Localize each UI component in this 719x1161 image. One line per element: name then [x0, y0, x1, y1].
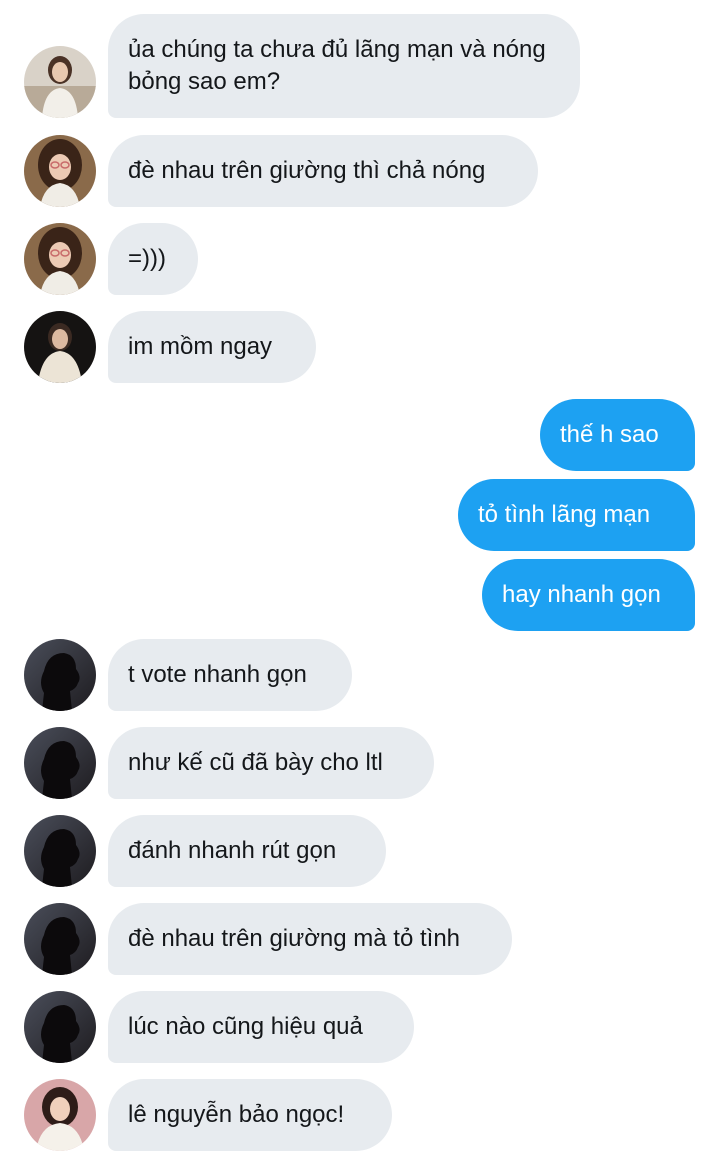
message-bubble[interactable]: im mồm ngay: [108, 311, 316, 383]
message-bubble[interactable]: ủa chúng ta chưa đủ lãng mạn và nóng bỏn…: [108, 14, 580, 118]
message-text: hay nhanh gọn: [502, 581, 661, 608]
message-bubble[interactable]: lúc nào cũng hiệu quả: [108, 991, 414, 1063]
message-row: im mồm ngay: [0, 311, 719, 383]
avatar-silhouette[interactable]: [24, 639, 96, 711]
avatar-silhouette[interactable]: [24, 815, 96, 887]
avatar-girl-dark-background[interactable]: [24, 311, 96, 383]
message-text: tỏ tình lãng mạn: [478, 501, 651, 528]
message-row: thế h sao: [0, 399, 719, 471]
message-text: t vote nhanh gọn: [128, 661, 307, 688]
message-text: =))): [128, 245, 166, 272]
avatar-girl-white-sweater[interactable]: [24, 46, 96, 118]
message-text: như kế cũ đã bày cho ltl: [128, 749, 383, 776]
avatar-girl-glasses[interactable]: [24, 223, 96, 295]
message-row: tỏ tình lãng mạn: [0, 479, 719, 551]
avatar-girl-pink-background[interactable]: [24, 1079, 96, 1151]
message-bubble[interactable]: hay nhanh gọn: [482, 559, 695, 631]
message-text: đè nhau trên giường mà tỏ tình: [128, 925, 461, 952]
message-bubble[interactable]: tỏ tình lãng mạn: [458, 479, 695, 551]
avatar-girl-glasses[interactable]: [24, 135, 96, 207]
message-text: im mồm ngay: [128, 333, 273, 360]
message-text: thế h sao: [560, 421, 659, 448]
message-row: như kế cũ đã bày cho ltl: [0, 727, 719, 799]
message-row: t vote nhanh gọn: [0, 639, 719, 711]
message-bubble[interactable]: thế h sao: [540, 399, 695, 471]
message-row: đè nhau trên giường thì chả nóng: [0, 135, 719, 207]
message-row: lê nguyễn bảo ngọc!: [0, 1079, 719, 1151]
message-row: ủa chúng ta chưa đủ lãng mạn và nóng bỏn…: [0, 14, 719, 118]
message-text: lúc nào cũng hiệu quả: [128, 1013, 363, 1040]
message-bubble[interactable]: =))): [108, 223, 198, 295]
message-row: =))): [0, 223, 719, 295]
message-bubble[interactable]: đánh nhanh rút gọn: [108, 815, 386, 887]
message-row: hay nhanh gọn: [0, 559, 719, 631]
avatar-silhouette[interactable]: [24, 991, 96, 1063]
message-bubble[interactable]: đè nhau trên giường mà tỏ tình: [108, 903, 512, 975]
message-row: đánh nhanh rút gọn: [0, 815, 719, 887]
avatar-silhouette[interactable]: [24, 903, 96, 975]
message-row: đè nhau trên giường mà tỏ tình: [0, 903, 719, 975]
message-text: đánh nhanh rút gọn: [128, 837, 337, 864]
message-bubble[interactable]: t vote nhanh gọn: [108, 639, 352, 711]
message-row: lúc nào cũng hiệu quả: [0, 991, 719, 1063]
message-bubble[interactable]: đè nhau trên giường thì chả nóng: [108, 135, 538, 207]
avatar-silhouette[interactable]: [24, 727, 96, 799]
message-text: lê nguyễn bảo ngọc!: [128, 1101, 345, 1128]
message-bubble[interactable]: lê nguyễn bảo ngọc!: [108, 1079, 392, 1151]
message-text: đè nhau trên giường thì chả nóng: [128, 157, 486, 184]
message-text: ủa chúng ta chưa đủ lãng mạn và nóng bỏn…: [128, 36, 546, 95]
message-bubble[interactable]: như kế cũ đã bày cho ltl: [108, 727, 434, 799]
